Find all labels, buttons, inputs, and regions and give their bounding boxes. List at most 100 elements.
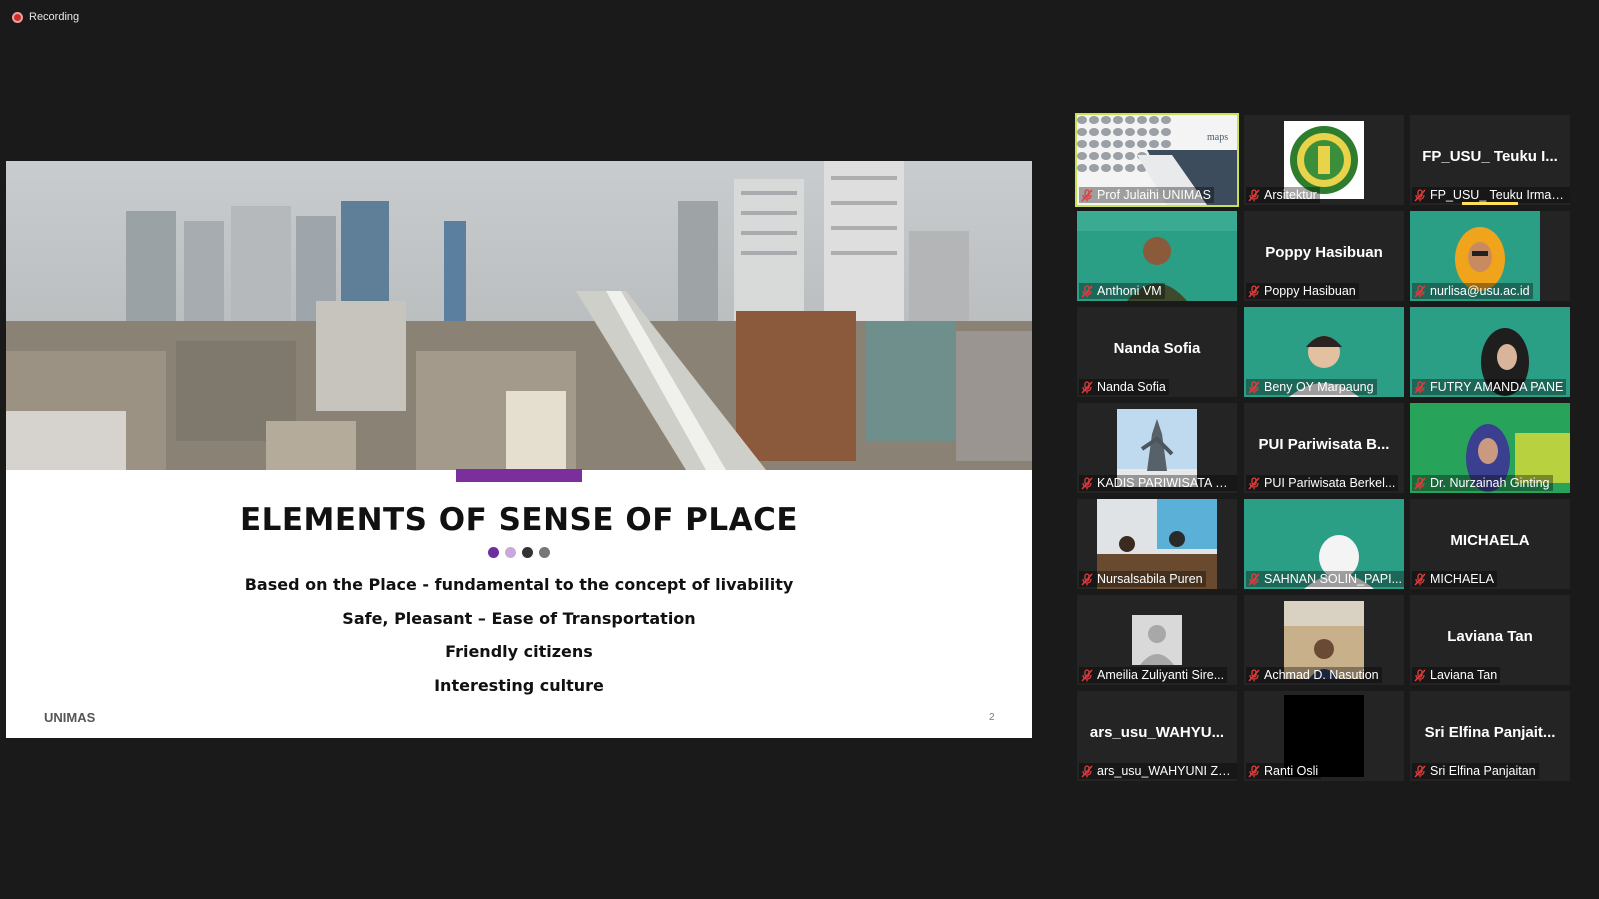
- mic-muted-icon: [1248, 764, 1260, 778]
- participant-name-label: Ameilia Zuliyanti Sire...: [1079, 667, 1228, 683]
- mic-muted-icon: [1081, 188, 1093, 202]
- mic-muted-icon: [1414, 284, 1426, 298]
- mic-muted-icon: [1081, 380, 1093, 394]
- decorative-dots: [488, 547, 550, 558]
- participant-tile[interactable]: Laviana Tan Laviana Tan: [1410, 595, 1570, 685]
- participant-display-name: Poppy Hasibuan: [1265, 244, 1383, 261]
- participant-name: nurlisa@usu.ac.id: [1430, 284, 1530, 298]
- participant-name-label: Prof Julaihi UNIMAS: [1079, 187, 1214, 203]
- participant-name-label: Dr. Nurzainah Ginting: [1412, 475, 1553, 491]
- participant-name: ars_usu_WAHYUNI ZA...: [1097, 764, 1235, 778]
- mic-muted-icon: [1081, 764, 1093, 778]
- participant-name-label: Poppy Hasibuan: [1246, 283, 1359, 299]
- slide-bullet: Interesting culture: [434, 676, 604, 695]
- participant-name: FUTRY AMANDA PANE: [1430, 380, 1564, 394]
- participant-tile[interactable]: nurlisa@usu.ac.id: [1410, 211, 1570, 301]
- participant-name-label: FUTRY AMANDA PANE: [1412, 379, 1567, 395]
- participant-name-label: KADIS PARIWISATA SI...: [1079, 475, 1237, 491]
- record-icon: [12, 11, 23, 23]
- recording-label: Recording: [29, 11, 80, 23]
- accent-bar: [456, 469, 582, 482]
- participant-name-label: Arsitektur: [1246, 187, 1320, 203]
- participant-tile[interactable]: Sri Elfina Panjait... Sri Elfina Panjaita…: [1410, 691, 1570, 781]
- participant-tile[interactable]: Ranti Osli: [1244, 691, 1404, 781]
- mic-muted-icon: [1414, 764, 1426, 778]
- participant-tile[interactable]: Dr. Nurzainah Ginting: [1410, 403, 1570, 493]
- participant-name: Laviana Tan: [1430, 668, 1498, 682]
- participant-name: Poppy Hasibuan: [1264, 284, 1356, 298]
- participant-name: Anthoni VM: [1097, 284, 1162, 298]
- mic-muted-icon: [1081, 284, 1093, 298]
- participant-name-label: FP_USU_ Teuku Irmansyah: [1412, 187, 1570, 203]
- participant-name-label: Nursalsabila Puren: [1079, 571, 1206, 587]
- mic-muted-icon: [1248, 284, 1260, 298]
- participant-tile[interactable]: Nanda Sofia Nanda Sofia: [1077, 307, 1237, 397]
- mic-muted-icon: [1081, 668, 1093, 682]
- participant-name: Nanda Sofia: [1097, 380, 1166, 394]
- dot-2: [505, 547, 516, 558]
- participant-name: Achmad D. Nasution: [1264, 668, 1379, 682]
- participant-name-label: Sri Elfina Panjaitan: [1412, 763, 1539, 779]
- slide-title: ELEMENTS OF SENSE OF PLACE: [239, 502, 799, 538]
- mic-muted-icon: [1081, 572, 1093, 586]
- city-skyline-photo: [6, 161, 1032, 470]
- mic-muted-icon: [1414, 380, 1426, 394]
- mic-muted-icon: [1414, 188, 1426, 202]
- recording-indicator[interactable]: Recording: [12, 11, 79, 23]
- participant-display-name: Sri Elfina Panjait...: [1424, 724, 1556, 741]
- participant-name-label: ars_usu_WAHYUNI ZA...: [1079, 763, 1237, 779]
- mic-muted-icon: [1248, 668, 1260, 682]
- mic-muted-icon: [1414, 572, 1426, 586]
- participant-name-label: MICHAELA: [1412, 571, 1497, 587]
- participant-tile[interactable]: FUTRY AMANDA PANE: [1410, 307, 1570, 397]
- participant-name-label: Achmad D. Nasution: [1246, 667, 1382, 683]
- participant-tile[interactable]: MICHAELA MICHAELA: [1410, 499, 1570, 589]
- participant-tile[interactable]: Poppy Hasibuan Poppy Hasibuan: [1244, 211, 1404, 301]
- participant-tile[interactable]: KADIS PARIWISATA SI...: [1077, 403, 1237, 493]
- mic-muted-icon: [1081, 476, 1093, 490]
- participant-name: PUI Pariwisata Berkel...: [1264, 476, 1396, 490]
- participant-tile[interactable]: Ameilia Zuliyanti Sire...: [1077, 595, 1237, 685]
- participant-tile[interactable]: Nursalsabila Puren: [1077, 499, 1237, 589]
- mic-muted-icon: [1248, 572, 1260, 586]
- mic-muted-icon: [1248, 188, 1260, 202]
- participant-display-name: Nanda Sofia: [1113, 340, 1201, 357]
- participant-name: MICHAELA: [1430, 572, 1494, 586]
- participant-display-name: MICHAELA: [1450, 532, 1530, 549]
- participant-tile[interactable]: Achmad D. Nasution: [1244, 595, 1404, 685]
- participant-name-label: Anthoni VM: [1079, 283, 1165, 299]
- maps-brand-text: maps: [1207, 132, 1228, 143]
- slide-footer: UNIMAS: [44, 710, 96, 725]
- participant-tile[interactable]: PUI Pariwisata B... PUI Pariwisata Berkel…: [1244, 403, 1404, 493]
- participant-name: FP_USU_ Teuku Irmansyah: [1430, 188, 1568, 202]
- participant-name: Ranti Osli: [1264, 764, 1319, 778]
- dot-3: [522, 547, 533, 558]
- participant-name-label: Beny OY Marpaung: [1246, 379, 1377, 395]
- participant-name: SAHNAN SOLIN_PAPI...: [1264, 572, 1402, 586]
- participant-name: Sri Elfina Panjaitan: [1430, 764, 1536, 778]
- dot-4: [539, 547, 550, 558]
- slide-bullet: Safe, Pleasant – Ease of Transportation: [342, 609, 696, 628]
- participant-display-name: FP_USU_ Teuku I...: [1422, 148, 1558, 165]
- participant-name: Dr. Nurzainah Ginting: [1430, 476, 1550, 490]
- mic-muted-icon: [1248, 476, 1260, 490]
- participant-name-label: Nanda Sofia: [1079, 379, 1169, 395]
- participant-tile[interactable]: ars_usu_WAHYU... ars_usu_WAHYUNI ZA...: [1077, 691, 1237, 781]
- participant-tile[interactable]: Beny OY Marpaung: [1244, 307, 1404, 397]
- mic-muted-icon: [1414, 668, 1426, 682]
- participant-name-label: nurlisa@usu.ac.id: [1412, 283, 1533, 299]
- participant-name: Ameilia Zuliyanti Sire...: [1097, 668, 1225, 682]
- participant-name-label: PUI Pariwisata Berkel...: [1246, 475, 1399, 491]
- participant-tile[interactable]: FP_USU_ Teuku I... FP_USU_ Teuku Irmansya…: [1410, 115, 1570, 205]
- participant-name: Arsitektur: [1264, 188, 1317, 202]
- participant-tile[interactable]: maps Prof Julaihi UNIMAS: [1075, 113, 1239, 207]
- slide-page-number: 2: [989, 712, 995, 723]
- dot-1: [488, 547, 499, 558]
- audio-level-bar: [1462, 202, 1518, 205]
- participant-tile[interactable]: SAHNAN SOLIN_PAPI...: [1244, 499, 1404, 589]
- participant-name: KADIS PARIWISATA SI...: [1097, 476, 1235, 490]
- mic-muted-icon: [1248, 380, 1260, 394]
- participant-tile[interactable]: Arsitektur: [1244, 115, 1404, 205]
- participant-name: Prof Julaihi UNIMAS: [1097, 188, 1211, 202]
- participant-tile[interactable]: Anthoni VM: [1077, 211, 1237, 301]
